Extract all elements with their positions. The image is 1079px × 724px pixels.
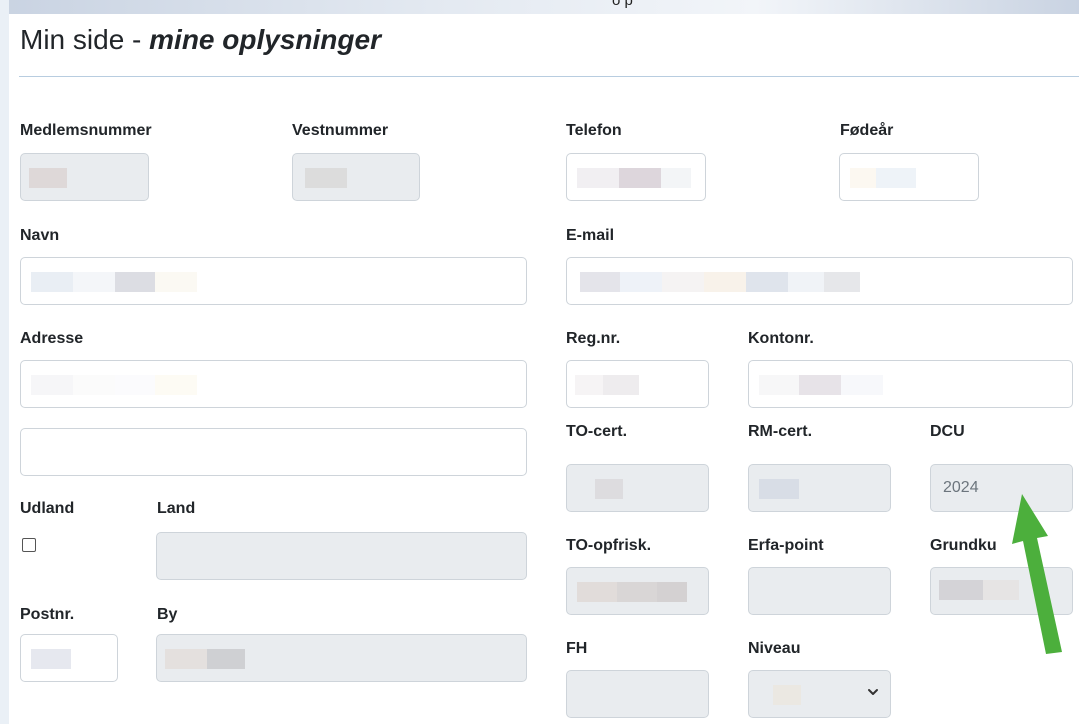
redacted-value — [824, 272, 860, 292]
erfa-point-field — [748, 567, 891, 615]
label-vestnummer: Vestnummer — [292, 122, 389, 139]
redacted-value — [115, 375, 155, 395]
telefon-field[interactable] — [566, 153, 706, 201]
label-land: Land — [157, 500, 196, 517]
redacted-value — [580, 272, 620, 292]
adresse-field[interactable] — [20, 360, 527, 408]
label-navn: Navn — [20, 227, 60, 244]
redacted-value — [876, 168, 916, 188]
profile-panel: Min side - mine oplysninger Medlemsnumme… — [9, 14, 1079, 724]
medlemsnummer-field — [20, 153, 149, 201]
label-regnr: Reg.nr. — [566, 330, 621, 347]
email-field[interactable] — [566, 257, 1073, 305]
adresse-line-2-field[interactable] — [20, 428, 527, 476]
redacted-value — [617, 582, 657, 602]
label-postnr: Postnr. — [20, 606, 75, 623]
vestnummer-field — [292, 153, 420, 201]
redacted-value — [115, 272, 155, 292]
redacted-value — [657, 582, 687, 602]
to-opfrisk-field — [566, 567, 709, 615]
redacted-value — [165, 649, 207, 669]
redacted-value — [575, 375, 603, 395]
redacted-value — [704, 272, 746, 292]
label-fh: FH — [566, 640, 588, 657]
redacted-value — [31, 649, 71, 669]
label-foedeaar: Fødeår — [840, 122, 894, 139]
redacted-value — [577, 582, 617, 602]
redacted-value — [595, 479, 623, 499]
label-telefon: Telefon — [566, 122, 622, 139]
redacted-value — [620, 272, 662, 292]
label-rm-cert: RM-cert. — [748, 423, 813, 440]
redacted-value — [850, 168, 876, 188]
postnr-field[interactable] — [20, 634, 118, 682]
page-title: Min side - mine oplysninger — [20, 24, 381, 56]
by-field — [156, 634, 527, 682]
fh-field — [566, 670, 709, 718]
redacted-value — [155, 272, 197, 292]
udland-checkbox[interactable] — [22, 538, 36, 552]
redacted-value — [305, 168, 347, 188]
kontonr-field[interactable] — [748, 360, 1073, 408]
chevron-down-icon — [868, 689, 878, 695]
to-cert-field — [566, 464, 709, 512]
redacted-value — [759, 375, 799, 395]
redacted-value — [799, 375, 841, 395]
redacted-value — [841, 375, 883, 395]
left-sidebar-edge — [0, 0, 9, 724]
redacted-value — [73, 375, 115, 395]
page-title-emphasis: mine oplysninger — [149, 24, 381, 55]
title-divider — [19, 76, 1079, 77]
page-title-prefix: Min side - — [20, 24, 150, 55]
label-to-opfrisk: TO-opfrisk. — [566, 537, 652, 554]
redacted-value — [939, 580, 983, 600]
redacted-value — [29, 168, 67, 188]
redacted-value — [73, 272, 115, 292]
navn-field[interactable] — [20, 257, 527, 305]
redacted-value — [662, 272, 704, 292]
green-annotation-arrow-icon — [1012, 494, 1062, 654]
label-email: E-mail — [566, 227, 615, 244]
redacted-value — [31, 375, 73, 395]
redacted-value — [746, 272, 788, 292]
redacted-value — [773, 685, 801, 705]
label-medlemsnummer: Medlemsnummer — [20, 122, 152, 139]
redacted-value — [759, 479, 799, 499]
niveau-select[interactable] — [748, 670, 891, 718]
label-erfa-point: Erfa-point — [748, 537, 824, 554]
land-field — [156, 532, 527, 580]
label-grundkursus: Grundku — [930, 537, 997, 554]
redacted-value — [31, 272, 73, 292]
dcu-value: 2024 — [943, 479, 979, 496]
label-by: By — [157, 606, 178, 623]
background-strip: o p — [0, 0, 1079, 14]
redacted-value — [788, 272, 824, 292]
rm-cert-field — [748, 464, 891, 512]
top-text-fragment: o p — [612, 0, 633, 9]
label-kontonr: Kontonr. — [748, 330, 814, 347]
redacted-value — [577, 168, 619, 188]
redacted-value — [619, 168, 661, 188]
label-dcu: DCU — [930, 423, 965, 440]
redacted-value — [207, 649, 245, 669]
redacted-value — [661, 168, 691, 188]
label-to-cert: TO-cert. — [566, 423, 628, 440]
foedeaar-field[interactable] — [839, 153, 979, 201]
label-udland: Udland — [20, 500, 75, 517]
label-adresse: Adresse — [20, 330, 84, 347]
redacted-value — [603, 375, 639, 395]
label-niveau: Niveau — [748, 640, 801, 657]
redacted-value — [155, 375, 197, 395]
regnr-field[interactable] — [566, 360, 709, 408]
